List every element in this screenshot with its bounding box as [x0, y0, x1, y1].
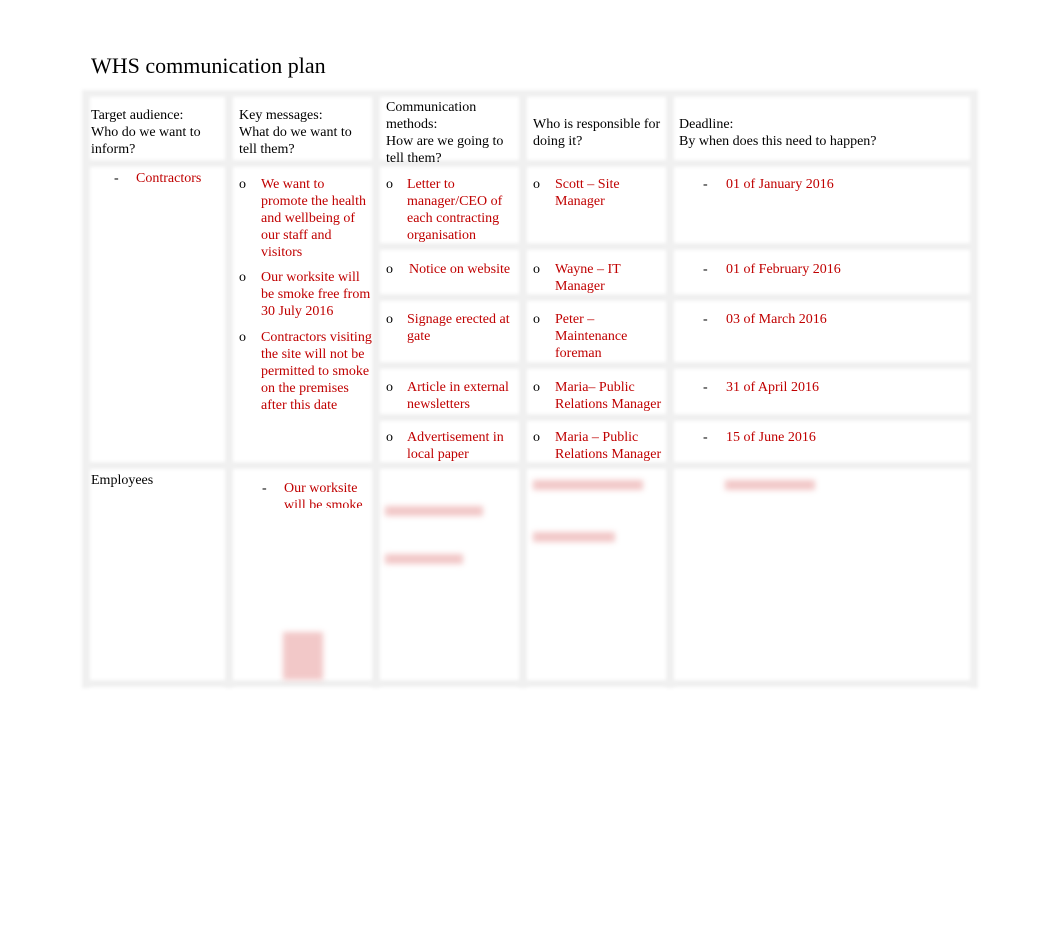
- method-item: Letter to manager/CEO of each contractin…: [407, 177, 503, 243]
- deadline-item: 03 of March 2016: [726, 312, 827, 327]
- responsible-item: Peter – Maintenance foreman: [555, 312, 628, 361]
- responsible-item: Wayne – IT Manager: [555, 262, 621, 294]
- header-key-messages: Key messages: What do we want to tell the…: [239, 108, 352, 157]
- method-item: Signage erected at gate: [407, 312, 510, 344]
- header-responsible: Who is responsible for doing it?: [533, 117, 661, 149]
- header-deadline: Deadline: By when does this need to happe…: [679, 117, 877, 149]
- deadline-item: 01 of February 2016: [726, 262, 841, 277]
- header-target-audience: Target audience: Who do we want to inform…: [91, 108, 201, 157]
- deadline-item: 01 of January 2016: [726, 177, 834, 192]
- audience-employees: Employees: [91, 473, 154, 488]
- responsible-item: Scott – Site Manager: [555, 177, 620, 209]
- responsible-item: Maria – Public Relations Manager: [555, 430, 662, 462]
- page-title: WHS communication plan: [91, 53, 326, 78]
- message-item: Our worksite will be smoke free from 30 …: [261, 270, 371, 319]
- message-item: We want to promote the health and wellbe…: [261, 177, 366, 260]
- header-communication-methods: Communication methods: How are we going t…: [386, 100, 504, 166]
- message-item: Contractors visiting the site will not b…: [261, 330, 372, 413]
- method-item: Article in external newsletters: [407, 380, 509, 412]
- table-grid: [82, 90, 978, 688]
- method-item: Advertisement in local paper: [407, 430, 504, 462]
- responsible-item: Maria– Public Relations Manager: [555, 380, 662, 412]
- method-item: Notice on website: [409, 262, 511, 277]
- deadline-item: 15 of June 2016: [726, 430, 816, 445]
- audience-contractors: Contractors: [136, 171, 202, 186]
- document-page: WHS communication plan Target audience: W…: [0, 0, 1062, 935]
- message-item: Our worksite will be smoke: [284, 481, 363, 508]
- deadline-item: 31 of April 2016: [726, 380, 819, 395]
